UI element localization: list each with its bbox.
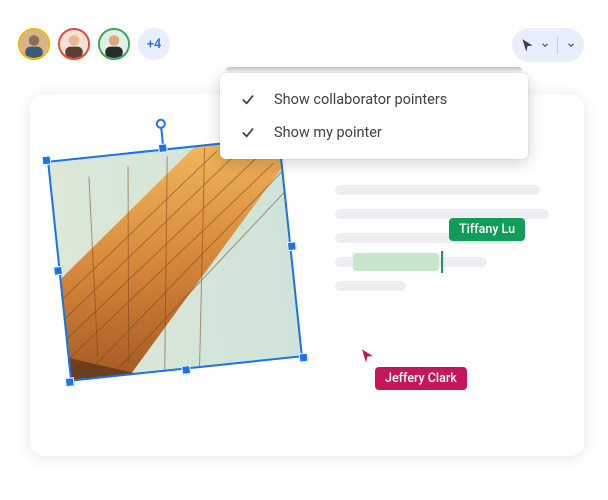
resize-handle-mb[interactable] <box>181 365 191 375</box>
text-line <box>335 185 540 195</box>
avatar-collaborator-1[interactable] <box>18 28 50 60</box>
chevron-down-icon <box>566 40 576 50</box>
pointer-options-menu: Show collaborator pointers Show my point… <box>220 73 528 159</box>
text-line <box>335 257 487 267</box>
button-divider <box>557 36 558 54</box>
collaborator-pointer-icon <box>360 348 376 364</box>
building-photo <box>47 136 303 381</box>
menu-item-label: Show collaborator pointers <box>274 91 447 108</box>
caret-down-icon <box>540 40 550 50</box>
check-icon <box>240 125 256 141</box>
document-text-placeholder <box>335 185 558 305</box>
cursor-icon <box>520 38 535 53</box>
collaborator-selection-highlight <box>353 253 439 271</box>
collaborator-cursor-caret <box>441 251 443 273</box>
menu-item-label: Show my pointer <box>274 124 382 141</box>
resize-handle-br[interactable] <box>299 353 309 363</box>
menu-item-show-my-pointer[interactable]: Show my pointer <box>220 116 528 149</box>
avatar-collaborator-2[interactable] <box>58 28 90 60</box>
collaborator-tag-tiffany: Tiffany Lu <box>449 218 525 241</box>
avatar-overflow-count[interactable]: +4 <box>138 28 170 60</box>
resize-handle-tl[interactable] <box>42 155 52 165</box>
menu-item-show-collaborator-pointers[interactable]: Show collaborator pointers <box>220 83 528 116</box>
selected-image[interactable] <box>47 136 303 381</box>
pointer-mode-button[interactable] <box>512 28 584 62</box>
resize-handle-ml[interactable] <box>53 266 63 276</box>
collaborator-avatars: +4 <box>18 28 170 60</box>
text-line <box>335 281 406 291</box>
check-icon <box>240 92 256 108</box>
resize-handle-bl[interactable] <box>65 377 75 387</box>
resize-handle-mt[interactable] <box>158 143 168 153</box>
resize-handle-mr[interactable] <box>287 241 297 251</box>
avatar-collaborator-3[interactable] <box>98 28 130 60</box>
collaborator-tag-jeffery: Jeffery Clark <box>375 367 467 390</box>
